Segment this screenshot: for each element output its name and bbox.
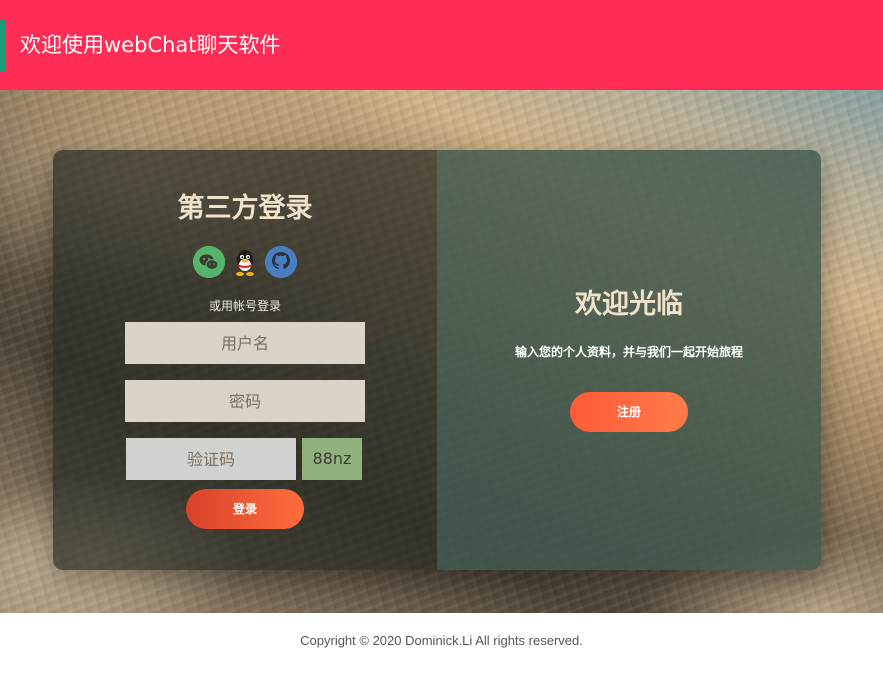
page: 欢迎使用webChat聊天软件 第三方登录 或用帐号登录 用户名 验证码 88n… (0, 0, 883, 681)
username-input[interactable] (125, 322, 365, 364)
captcha-image[interactable]: 88nz (302, 438, 362, 480)
copyright-text: Copyright © 2020 Dominick.Li All rights … (300, 633, 583, 648)
welcome-subtitle: 输入您的个人资料，并与我们一起开始旅程 (514, 345, 743, 359)
welcome-panel: 欢迎光临 输入您的个人资料，并与我们一起开始旅程 注册 (437, 150, 821, 570)
footer: Copyright © 2020 Dominick.Li All rights … (0, 613, 883, 681)
password-input[interactable] (125, 380, 365, 422)
captcha-input[interactable] (126, 438, 296, 480)
alt-login-text: 或用帐号登录 (208, 299, 281, 313)
github-icon[interactable] (265, 246, 297, 278)
welcome-title: 欢迎光临 (575, 289, 683, 320)
login-panel: 第三方登录 或用帐号登录 用户名 验证码 88nz 登录 (53, 150, 437, 570)
wechat-icon[interactable] (193, 246, 225, 278)
header-accent (0, 20, 5, 72)
app-title: 欢迎使用webChat聊天软件 (20, 33, 281, 57)
login-title: 第三方登录 (177, 193, 313, 224)
social-login-row (193, 246, 297, 278)
header-bar: 欢迎使用webChat聊天软件 (0, 0, 883, 90)
auth-card: 第三方登录 或用帐号登录 用户名 验证码 88nz 登录 欢迎光临 输入您的个人… (53, 150, 821, 570)
qq-icon[interactable] (229, 246, 261, 278)
login-button[interactable]: 登录 (186, 489, 304, 529)
register-button[interactable]: 注册 (570, 392, 688, 432)
